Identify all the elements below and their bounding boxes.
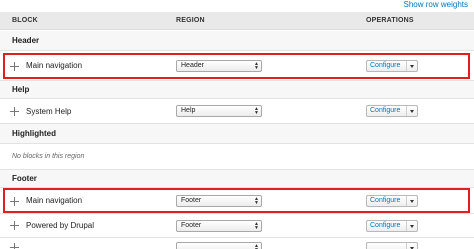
region-select[interactable]: Header ▲ ▼	[176, 60, 262, 72]
configure-link[interactable]: Configure	[370, 61, 400, 71]
configure-dropbutton[interactable]: Configure	[366, 220, 418, 232]
table-header: BLOCK REGION OPERATIONS	[0, 12, 474, 30]
table-row-partial: ▲▼	[0, 238, 474, 249]
region-title: Header	[12, 36, 40, 45]
region-title: Help	[12, 85, 30, 94]
dropbutton-separator	[406, 61, 407, 71]
configure-link[interactable]: Configure	[370, 106, 400, 116]
column-header-region: REGION	[176, 17, 205, 24]
region-row-header: Header	[0, 31, 474, 51]
block-name: System Help	[26, 107, 72, 116]
table-row: Powered by Drupal Footer ▲ ▼ Configure	[0, 214, 474, 238]
table-row-empty: No blocks in this region	[0, 144, 474, 170]
select-arrows-icon: ▲▼	[254, 243, 259, 249]
table-row: Main navigation Footer ▲ ▼ Configure	[0, 188, 474, 214]
table-row: System Help Help ▲ ▼ Configure	[0, 99, 474, 124]
region-row-highlighted: Highlighted	[0, 124, 474, 144]
configure-link[interactable]: Configure	[370, 196, 400, 206]
chevron-down-icon[interactable]	[410, 225, 414, 228]
drag-handle-icon[interactable]	[10, 197, 19, 206]
configure-dropbutton[interactable]: Configure	[366, 60, 418, 72]
dropbutton-separator	[406, 106, 407, 116]
table-row: Main navigation Header ▲ ▼ Configure	[0, 51, 474, 81]
dropbutton-separator	[406, 196, 407, 206]
drag-handle-icon[interactable]	[10, 62, 19, 71]
region-title: Highlighted	[12, 129, 56, 138]
dropbutton-separator	[406, 221, 407, 231]
chevron-down-icon[interactable]	[410, 200, 414, 203]
column-header-block: BLOCK	[12, 17, 38, 24]
drag-handle-icon[interactable]	[10, 107, 19, 116]
block-name: Main navigation	[26, 61, 83, 70]
region-select-value: Footer	[181, 222, 202, 229]
configure-link[interactable]: Configure	[370, 221, 400, 231]
block-name: Powered by Drupal	[26, 221, 95, 230]
configure-dropbutton[interactable]	[366, 242, 418, 249]
region-select[interactable]: Help ▲ ▼	[176, 105, 262, 117]
region-row-footer: Footer	[0, 170, 474, 188]
select-arrows-icon: ▲▼	[254, 196, 259, 206]
chevron-down-icon[interactable]	[410, 65, 414, 68]
drag-handle-icon[interactable]	[10, 243, 19, 249]
dropbutton-separator	[406, 243, 407, 249]
select-arrows-icon: ▲▼	[254, 221, 259, 231]
region-row-help: Help	[0, 81, 474, 99]
region-select-value: Help	[181, 107, 196, 114]
configure-dropbutton[interactable]: Configure	[366, 195, 418, 207]
region-select-value: Header	[181, 62, 204, 69]
configure-dropbutton[interactable]: Configure	[366, 105, 418, 117]
region-title: Footer	[12, 174, 37, 183]
show-row-weights-link[interactable]: Show row weights	[404, 0, 468, 10]
region-select-value: Footer	[181, 197, 202, 204]
select-arrows-icon: ▲▼	[254, 106, 259, 116]
select-arrows-icon: ▲▼	[254, 61, 259, 71]
region-select[interactable]: Footer ▲ ▼	[176, 220, 262, 232]
block-name: Main navigation	[26, 196, 83, 205]
chevron-down-icon[interactable]	[410, 110, 414, 113]
region-select[interactable]: ▲▼	[176, 242, 262, 249]
region-select[interactable]: Footer ▲ ▼	[176, 195, 262, 207]
drag-handle-icon[interactable]	[10, 221, 19, 230]
empty-region-message: No blocks in this region	[12, 153, 85, 160]
column-header-operations: OPERATIONS	[366, 17, 414, 24]
